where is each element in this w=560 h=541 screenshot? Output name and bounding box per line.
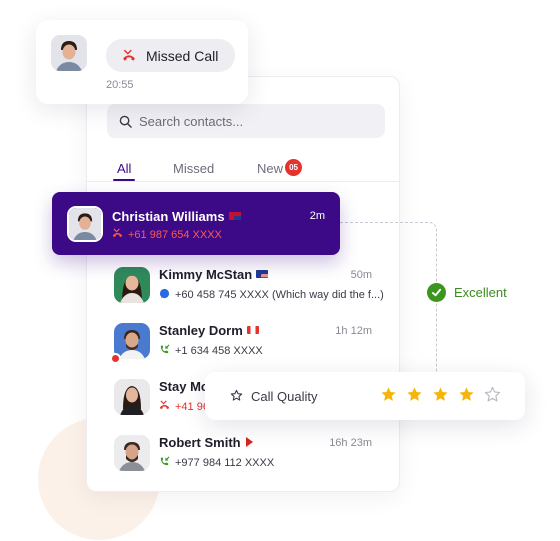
search-bar[interactable] <box>107 104 385 138</box>
contact-name: Stanley Dorm <box>159 323 259 338</box>
missed-call-notification[interactable]: Missed Call 20:55 <box>36 20 248 104</box>
message-icon <box>159 288 170 299</box>
avatar <box>51 35 87 71</box>
missed-call-icon <box>112 228 123 238</box>
incoming-call-icon <box>160 456 170 466</box>
tab-all[interactable]: All <box>117 161 131 176</box>
missed-call-time: 20:55 <box>106 79 134 91</box>
avatar <box>67 206 103 242</box>
call-quality-label: Call Quality <box>251 389 318 404</box>
active-tab-indicator <box>113 179 135 181</box>
contact-detail: +61 987 654 XXXX <box>112 228 222 241</box>
check-icon <box>427 283 446 302</box>
contact-detail: +41 96 <box>159 400 209 413</box>
contact-name: Christian Williams <box>112 209 241 224</box>
star-filled-icon[interactable] <box>380 386 397 403</box>
contact-detail: +1 634 458 XXXX <box>159 344 263 357</box>
avatar <box>114 379 150 415</box>
missed-call-label: Missed Call <box>146 47 219 64</box>
missed-call-icon <box>159 400 170 410</box>
incoming-call-icon <box>160 344 170 354</box>
contact-detail: +977 984 112 XXXX <box>159 456 274 469</box>
search-input[interactable] <box>139 113 369 129</box>
contact-row-christian-selected[interactable]: Christian Williams 2m +61 987 654 XXXX <box>52 192 340 255</box>
offline-status-dot <box>110 353 121 364</box>
contact-time: 2m <box>309 210 325 222</box>
contact-name: Robert Smith <box>159 435 253 450</box>
star-filled-icon[interactable] <box>406 386 423 403</box>
malaysia-flag-icon <box>256 270 269 278</box>
contact-name: Kimmy McStan <box>159 267 269 282</box>
quality-connector-line <box>340 222 437 372</box>
star-filled-icon[interactable] <box>432 386 449 403</box>
tab-missed[interactable]: Missed <box>173 161 214 176</box>
contact-time: 16h 23m <box>329 437 372 449</box>
quality-status-label: Excellent <box>454 285 511 300</box>
missed-call-pill: Missed Call <box>106 39 235 72</box>
tab-new[interactable]: New 05 <box>257 159 303 178</box>
contact-row-robert[interactable]: Robert Smith 16h 23m +977 984 112 XXXX <box>86 427 400 483</box>
star-rating[interactable] <box>380 386 501 403</box>
star-outline-icon <box>230 389 243 401</box>
canada-flag-icon <box>246 326 259 334</box>
call-quality-card: Call Quality <box>205 372 525 420</box>
avatar <box>114 323 150 359</box>
missed-call-icon <box>123 49 135 61</box>
new-count-badge: 05 <box>285 159 303 177</box>
tab-new-label: New <box>257 161 284 176</box>
avatar <box>114 435 150 471</box>
quality-status: Excellent <box>427 283 511 302</box>
star-filled-icon[interactable] <box>458 386 475 403</box>
avatar <box>114 267 150 303</box>
contact-name: Stay Mc <box>159 379 209 394</box>
australia-flag-icon <box>228 212 241 220</box>
nepal-flag-icon <box>245 437 253 447</box>
star-empty-icon[interactable] <box>484 386 501 403</box>
search-icon <box>119 115 132 128</box>
